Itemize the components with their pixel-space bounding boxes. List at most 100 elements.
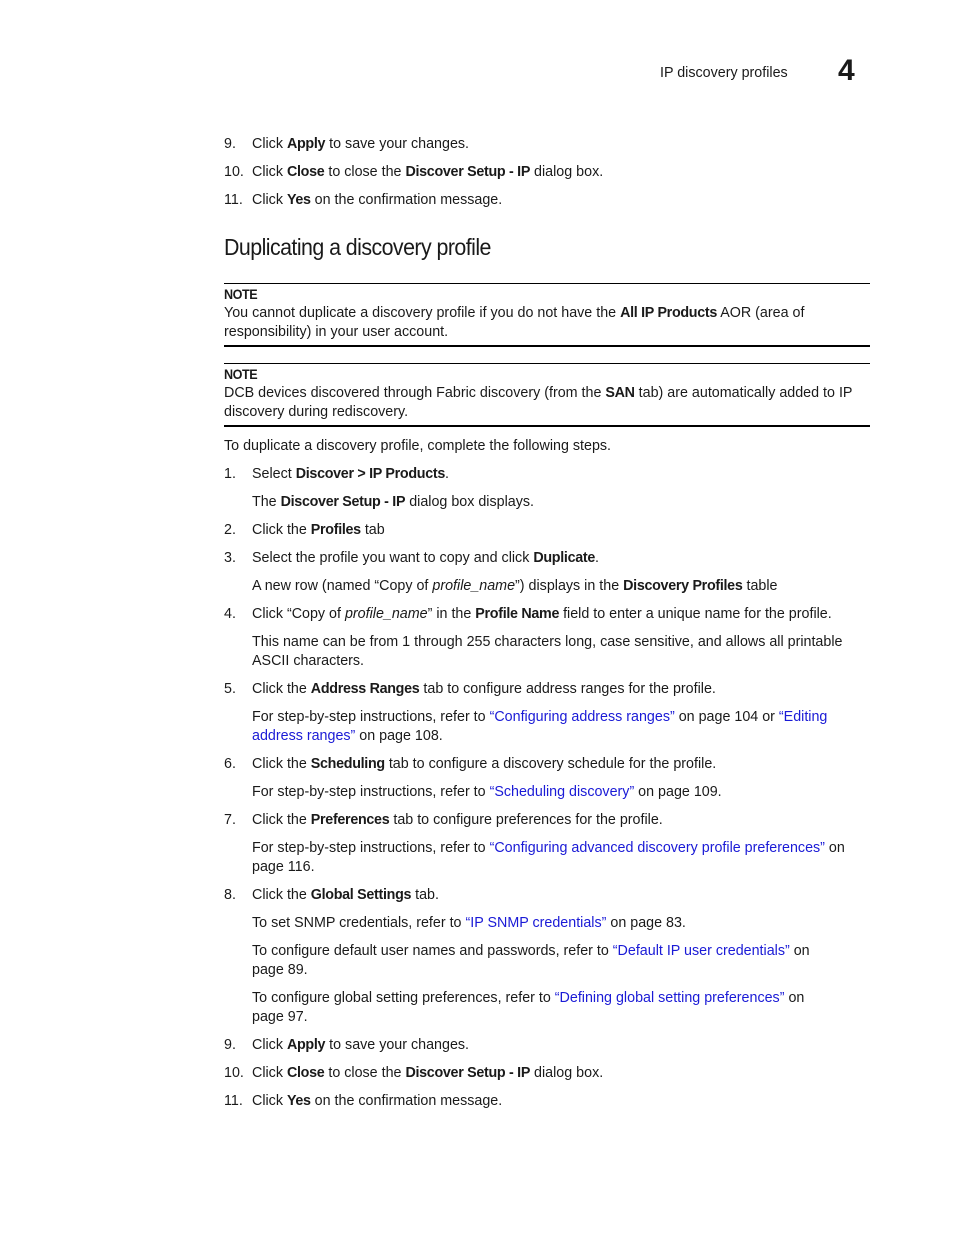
text-run: Click “Copy of xyxy=(252,606,345,622)
cross-reference-link[interactable]: “Defining global setting preferences” xyxy=(555,990,785,1006)
text-run: Click the xyxy=(252,887,311,903)
note-label-text: NOTE xyxy=(224,366,258,382)
step-text: Click the Profiles tab xyxy=(252,521,385,540)
ui-term: All IP Products xyxy=(620,305,718,321)
ui-term: Discovery Profiles xyxy=(623,578,743,594)
text-run: discovery during rediscovery. xyxy=(224,404,409,420)
step-number: 11. xyxy=(224,1093,243,1109)
text-run: For step-by-step instructions, refer to xyxy=(252,709,490,725)
placeholder-term: profile_name xyxy=(432,578,516,594)
cross-reference-link[interactable]: address ranges” xyxy=(252,728,355,744)
text-run: on xyxy=(784,990,805,1006)
cross-reference-link[interactable]: “IP SNMP credentials” xyxy=(465,915,606,931)
text-run: page 116. xyxy=(252,859,315,875)
step-text: Click “Copy of profile_name” in the Prof… xyxy=(252,605,832,624)
step-number: 3. xyxy=(224,550,236,566)
ui-term: Scheduling xyxy=(310,756,385,772)
step-number: 11. xyxy=(224,192,243,208)
ui-term: Duplicate xyxy=(533,550,595,566)
note-text-line: responsibility) in your user account. xyxy=(224,323,448,342)
text-run: tab xyxy=(360,522,385,538)
ui-term: Apply xyxy=(286,136,326,152)
ui-term: Profiles xyxy=(310,522,361,538)
step-number: 9. xyxy=(224,1037,236,1053)
text-run: Click the xyxy=(252,681,311,697)
text-run: Click xyxy=(252,164,287,180)
step-text: Click Close to close the Discover Setup … xyxy=(252,163,603,182)
step-number: 8. xyxy=(224,887,236,903)
step-text: Click the Address Ranges tab to configur… xyxy=(252,680,716,699)
text-run: to save your changes. xyxy=(325,1037,470,1053)
text-run: dialog box displays. xyxy=(405,494,534,510)
step-detail-line: ASCII characters. xyxy=(252,652,364,671)
chapter-number: 4 xyxy=(838,54,855,87)
step-detail-line: address ranges” on page 108. xyxy=(252,727,443,746)
step-detail-line: page 89. xyxy=(252,961,308,980)
step-text: Click the Scheduling tab to configure a … xyxy=(252,755,716,774)
text-run: . xyxy=(445,466,449,482)
step-number: 5. xyxy=(224,681,236,697)
ui-term: Preferences xyxy=(310,812,390,828)
text-run: to save your changes. xyxy=(325,136,470,152)
cross-reference-link[interactable]: “Configuring address ranges” xyxy=(490,709,675,725)
note-label: NOTE xyxy=(224,365,261,385)
ui-term: Apply xyxy=(286,1037,326,1053)
text-run: ASCII characters. xyxy=(252,653,365,669)
step-detail-line: For step-by-step instructions, refer to … xyxy=(252,839,845,858)
text-run: tab to configure preferences for the pro… xyxy=(389,812,663,828)
text-run: responsibility) in your user account. xyxy=(224,324,449,340)
note-bottom-rule xyxy=(224,345,870,347)
note-text-line: DCB devices discovered through Fabric di… xyxy=(224,384,852,403)
text-run: Click the xyxy=(252,522,311,538)
text-run: Click xyxy=(252,1065,287,1081)
text-run: You cannot duplicate a discovery profile… xyxy=(224,305,621,321)
step-number: 1. xyxy=(224,466,236,482)
text-run: Select xyxy=(252,466,296,482)
step-text: Click Yes on the confirmation message. xyxy=(252,1092,502,1111)
ui-term: SAN xyxy=(605,385,635,401)
text-run: table xyxy=(742,578,778,594)
step-number: 6. xyxy=(224,756,236,772)
text-run: to close the xyxy=(324,1065,406,1081)
text-run: Click the xyxy=(252,756,311,772)
note-label-text: NOTE xyxy=(224,286,258,302)
text-run: Click the xyxy=(252,812,311,828)
text-run: To configure default user names and pass… xyxy=(252,943,613,959)
ui-term: Discover Setup - IP xyxy=(405,1065,531,1081)
text-run: on xyxy=(789,943,810,959)
placeholder-term: profile_name xyxy=(344,606,428,622)
step-text: Click Apply to save your changes. xyxy=(252,135,469,154)
text-run: DCB devices discovered through Fabric di… xyxy=(224,385,606,401)
step-text: Click the Preferences tab to configure p… xyxy=(252,811,663,830)
note-bottom-rule xyxy=(224,425,870,427)
cross-reference-link[interactable]: “Editing xyxy=(779,709,827,725)
text-run: on page 104 or xyxy=(674,709,779,725)
intro-paragraph: To duplicate a discovery profile, comple… xyxy=(224,438,612,454)
note-top-rule xyxy=(224,363,870,364)
step-detail-line: For step-by-step instructions, refer to … xyxy=(252,708,827,727)
text-run: tab) are automatically added to IP xyxy=(634,385,853,401)
step-text: Click Apply to save your changes. xyxy=(252,1036,469,1055)
step-detail-line: The Discover Setup - IP dialog box displ… xyxy=(252,493,534,512)
ui-term: Profile Name xyxy=(475,606,560,622)
cross-reference-link[interactable]: “Default IP user credentials” xyxy=(613,943,790,959)
text-run: on the confirmation message. xyxy=(310,1093,503,1109)
step-detail-line: page 116. xyxy=(252,858,315,877)
text-run: Click xyxy=(252,1093,287,1109)
text-run: field to enter a unique name for the pro… xyxy=(559,606,832,622)
step-text: Click the Global Settings tab. xyxy=(252,886,439,905)
text-run: on xyxy=(824,840,845,856)
ui-term: Discover Setup - IP xyxy=(280,494,406,510)
text-run: . xyxy=(594,550,599,566)
step-number: 7. xyxy=(224,812,236,828)
text-run: This name can be from 1 through 255 char… xyxy=(252,634,843,650)
note-label: NOTE xyxy=(224,285,261,305)
note-text-line: discovery during rediscovery. xyxy=(224,403,408,422)
cross-reference-link[interactable]: “Configuring advanced discovery profile … xyxy=(490,840,825,856)
cross-reference-link[interactable]: “Scheduling discovery” xyxy=(490,784,635,800)
text-run: page 97. xyxy=(252,1009,308,1025)
text-run: on page 108. xyxy=(355,728,443,744)
text-run: Click xyxy=(252,192,287,208)
running-header-title: IP discovery profiles xyxy=(660,65,788,81)
ui-term: Close xyxy=(286,1065,325,1081)
